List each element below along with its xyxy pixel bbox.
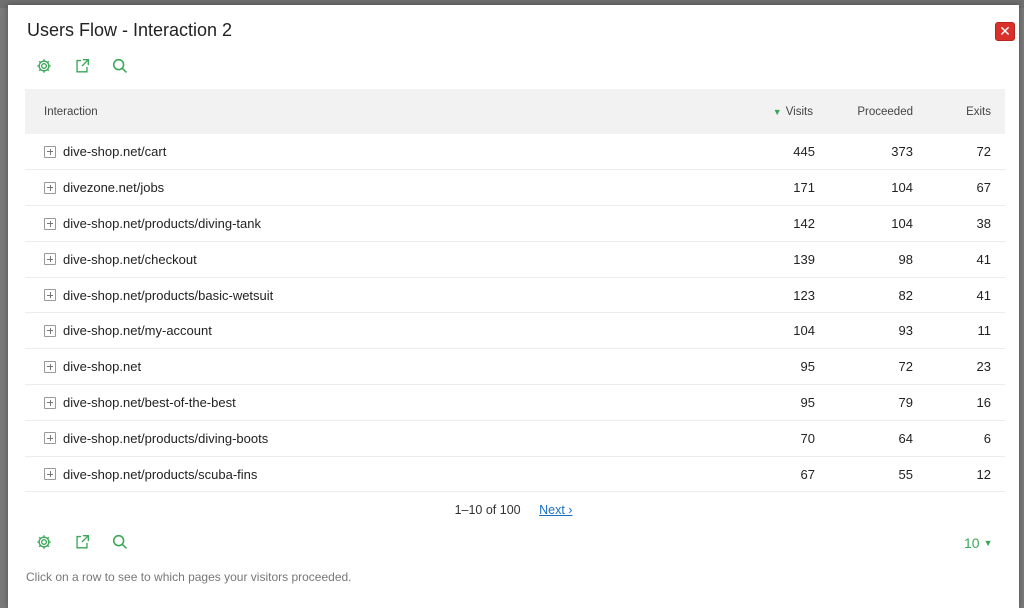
table-row[interactable]: dive-shop.net/products/diving-boots 70 64 6 <box>25 420 1005 457</box>
row-exits: 67 <box>976 180 991 196</box>
row-visits: 142 <box>793 215 815 231</box>
header-interaction[interactable]: Interaction <box>25 89 699 134</box>
gear-icon[interactable] <box>34 56 54 76</box>
expand-icon[interactable] <box>44 217 56 230</box>
row-interaction: dive-shop.net/products/scuba-fins <box>25 456 699 492</box>
rows-per-page-select[interactable]: 10 ▼ <box>964 535 993 551</box>
table-row[interactable]: dive-shop.net/best-of-the-best 95 79 16 <box>25 385 1005 421</box>
row-visits: 95 <box>800 359 815 375</box>
row-proceeded: 104 <box>891 215 913 231</box>
row-exits: 11 <box>977 323 992 339</box>
row-exits: 72 <box>976 144 991 160</box>
header-visits[interactable]: ▼ Visits <box>699 89 829 134</box>
row-visits: 67 <box>800 466 815 482</box>
row-proceeded: 104 <box>891 180 913 196</box>
row-proceeded: 82 <box>898 287 913 303</box>
row-exits: 41 <box>976 251 991 267</box>
row-proceeded: 98 <box>898 251 913 267</box>
row-interaction: dive-shop.net/best-of-the-best <box>25 385 699 421</box>
header-visits-label: Visits <box>785 105 813 118</box>
row-exits: 23 <box>976 359 991 375</box>
row-interaction: dive-shop.net/checkout <box>25 241 699 277</box>
pagination: 1–10 of 100 Next › <box>8 503 1019 517</box>
table-row[interactable]: dive-shop.net 95 72 23 <box>25 349 1005 385</box>
expand-icon[interactable] <box>44 396 56 409</box>
users-flow-table: Interaction ▼ Visits Proceeded Exits dive… <box>25 89 1005 492</box>
row-proceeded: 93 <box>898 323 913 339</box>
row-label: divezone.net/jobs <box>63 180 165 196</box>
rows-per-page-value: 10 <box>964 535 980 551</box>
export-icon[interactable] <box>72 532 92 552</box>
table-header-row: Interaction ▼ Visits Proceeded Exits <box>25 89 1005 134</box>
close-button[interactable]: ✕ <box>995 22 1015 41</box>
table-row[interactable]: dive-shop.net/products/diving-tank 142 104… <box>25 206 1005 242</box>
expand-icon[interactable] <box>44 468 56 481</box>
row-visits: 123 <box>793 287 815 303</box>
table-row[interactable]: dive-shop.net/cart 445 373 72 <box>25 134 1005 170</box>
header-exits[interactable]: Exits <box>927 89 1005 134</box>
row-proceeded: 373 <box>891 144 913 160</box>
row-label: dive-shop.net/products/scuba-fins <box>63 466 258 482</box>
row-exits: 12 <box>976 466 991 482</box>
row-label: dive-shop.net/products/basic-wetsuit <box>63 287 274 303</box>
table-row[interactable]: divezone.net/jobs 171 104 67 <box>25 170 1005 206</box>
table-row[interactable]: dive-shop.net/products/basic-wetsuit 123 8… <box>25 277 1005 313</box>
expand-icon[interactable] <box>44 360 56 373</box>
row-label: dive-shop.net/best-of-the-best <box>63 394 236 410</box>
row-proceeded: 79 <box>898 394 913 410</box>
bottom-toolbar <box>34 532 130 552</box>
row-label: dive-shop.net/my-account <box>63 323 212 339</box>
export-icon[interactable] <box>72 56 92 76</box>
row-interaction: dive-shop.net/products/diving-boots <box>25 420 699 456</box>
table-row[interactable]: dive-shop.net/checkout 139 98 41 <box>25 241 1005 278</box>
row-exits: 16 <box>976 394 991 410</box>
row-interaction: dive-shop.net/products/diving-tank <box>25 206 699 242</box>
row-exits: 6 <box>983 430 991 446</box>
row-interaction: dive-shop.net <box>25 349 699 385</box>
row-label: dive-shop.net <box>63 359 142 375</box>
row-interaction: divezone.net/jobs <box>25 170 699 206</box>
next-page-link[interactable]: Next › <box>539 503 572 517</box>
row-label: dive-shop.net/products/diving-tank <box>63 215 262 231</box>
search-icon[interactable] <box>110 532 130 552</box>
row-visits: 95 <box>800 394 815 410</box>
row-label: dive-shop.net/cart <box>63 144 167 160</box>
table-row[interactable]: dive-shop.net/my-account 104 93 11 <box>25 313 1005 349</box>
users-flow-dialog: Users Flow - Interaction 2 ✕ Interaction… <box>8 5 1019 608</box>
row-visits: 445 <box>793 144 815 160</box>
expand-icon[interactable] <box>44 181 56 194</box>
dialog-title: Users Flow - Interaction 2 <box>27 20 233 40</box>
expand-icon[interactable] <box>44 253 56 266</box>
row-visits: 70 <box>800 430 815 446</box>
search-icon[interactable] <box>110 56 130 76</box>
top-toolbar <box>34 56 130 76</box>
expand-icon[interactable] <box>44 289 56 302</box>
row-visits: 139 <box>793 251 815 267</box>
gear-icon[interactable] <box>34 532 54 552</box>
row-visits: 104 <box>793 323 815 339</box>
row-interaction: dive-shop.net/products/basic-wetsuit <box>25 277 699 313</box>
expand-icon[interactable] <box>44 324 56 337</box>
row-label: dive-shop.net/checkout <box>63 251 197 267</box>
sort-desc-icon: ▼ <box>772 106 782 117</box>
chevron-down-icon: ▼ <box>983 538 993 548</box>
row-proceeded: 55 <box>898 466 913 482</box>
row-exits: 38 <box>976 215 991 231</box>
row-interaction: dive-shop.net/my-account <box>25 313 699 349</box>
row-label: dive-shop.net/products/diving-boots <box>63 430 269 446</box>
expand-icon[interactable] <box>44 432 56 445</box>
row-proceeded: 64 <box>898 430 913 446</box>
footer-note: Click on a row to see to which pages you… <box>26 570 352 584</box>
expand-icon[interactable] <box>44 145 56 158</box>
row-visits: 171 <box>793 180 815 196</box>
row-proceeded: 72 <box>898 359 913 375</box>
header-proceeded[interactable]: Proceeded <box>829 89 927 134</box>
row-exits: 41 <box>976 287 991 303</box>
pagination-range: 1–10 of 100 <box>454 503 521 517</box>
table-row[interactable]: dive-shop.net/products/scuba-fins 67 55 12 <box>25 456 1005 492</box>
row-interaction: dive-shop.net/cart <box>25 134 699 170</box>
